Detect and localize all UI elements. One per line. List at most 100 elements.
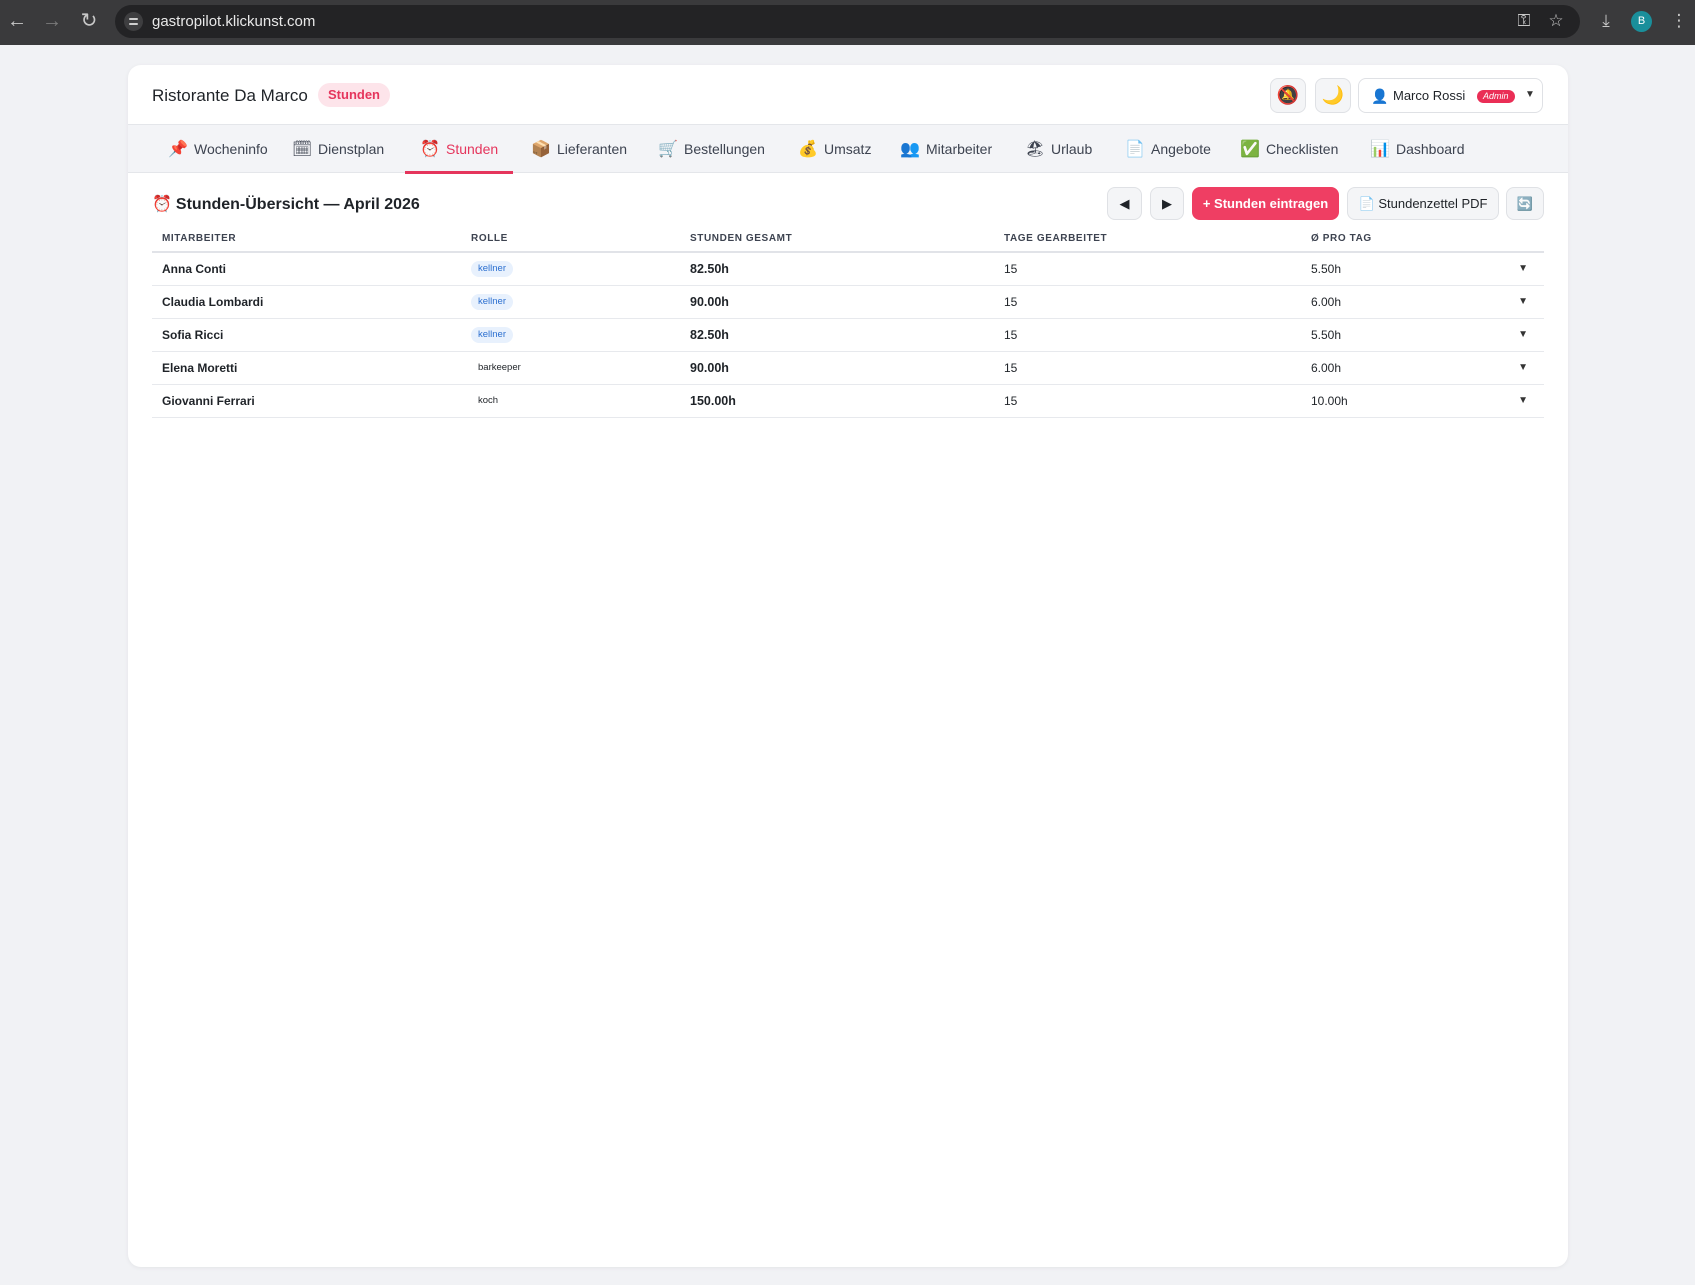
avg-per-day: 6.00h <box>1301 285 1501 319</box>
role-cell: kellner <box>461 285 680 319</box>
days-worked: 15 <box>994 318 1301 352</box>
column-header-expand <box>1501 225 1544 253</box>
alarm-clock-icon: ⏰ <box>152 196 172 213</box>
people-icon: 👥 <box>900 141 920 158</box>
tab-bestellungen[interactable]: 🛒 Bestellungen <box>643 125 780 173</box>
table-row[interactable]: Anna Conti kellner 82.50h 15 5.50h ▼ <box>152 252 1544 286</box>
expand-row-icon[interactable]: ▼ <box>1501 384 1544 418</box>
days-worked: 15 <box>994 351 1301 385</box>
role-badge: kellner <box>471 294 513 310</box>
table-row[interactable]: Claudia Lombardi kellner 90.00h 15 6.00h… <box>152 285 1544 319</box>
tab-angebote[interactable]: 📄 Angebote <box>1110 125 1226 173</box>
total-hours: 82.50h <box>680 252 994 286</box>
tab-label: Checklisten <box>1266 141 1339 157</box>
tab-label: Bestellungen <box>684 141 765 157</box>
user-menu[interactable]: 👤 Marco Rossi Admin ▼ <box>1358 78 1543 113</box>
add-hours-button[interactable]: + Stunden eintragen <box>1192 187 1339 220</box>
role-cell: kellner <box>461 252 680 286</box>
role-badge: kellner <box>471 327 513 343</box>
avg-per-day: 5.50h <box>1301 252 1501 286</box>
tab-checklisten[interactable]: ✅ Checklisten <box>1225 125 1353 173</box>
total-hours: 82.50h <box>680 318 994 352</box>
column-header-rolle[interactable]: ROLLE <box>461 225 680 253</box>
table-row[interactable]: Giovanni Ferrari koch 150.00h 15 10.00h … <box>152 384 1544 418</box>
beach-umbrella-icon: 🏖 <box>1025 141 1046 158</box>
chevron-down-icon: ▼ <box>1525 89 1535 100</box>
refresh-button[interactable]: 🔄 <box>1506 187 1544 220</box>
tab-mitarbeiter[interactable]: 👥 Mitarbeiter <box>885 125 1007 173</box>
address-bar[interactable]: gastropilot.klickunst.com ⚿ ☆ <box>115 5 1580 38</box>
site-settings-icon[interactable] <box>124 12 143 31</box>
expand-row-icon[interactable]: ▼ <box>1501 318 1544 352</box>
password-key-icon[interactable]: ⚿ <box>1513 9 1535 33</box>
tab-label: Stunden <box>446 141 499 157</box>
tab-wocheninfo[interactable]: 📌 Wocheninfo <box>153 125 283 173</box>
arrow-left-icon: ◀ <box>1119 196 1130 211</box>
theme-toggle-button[interactable]: 🌙 <box>1315 78 1351 113</box>
browser-toolbar: ← → ↻ gastropilot.klickunst.com ⚿ ☆ ⤓ B … <box>0 0 1695 45</box>
expand-row-icon[interactable]: ▼ <box>1501 285 1544 319</box>
bar-chart-icon: 📊 <box>1370 141 1390 158</box>
tab-label: Lieferanten <box>557 141 628 157</box>
tab-umsatz[interactable]: 💰 Umsatz <box>783 125 886 173</box>
expand-row-icon[interactable]: ▼ <box>1501 351 1544 385</box>
document-icon: 📄 <box>1358 196 1375 211</box>
profile-avatar[interactable]: B <box>1631 11 1652 32</box>
table-row[interactable]: Elena Moretti barkeeper 90.00h 15 6.00h … <box>152 351 1544 385</box>
reload-icon[interactable]: ↻ <box>79 8 99 34</box>
column-header-tage[interactable]: TAGE GEARBEITET <box>994 225 1301 253</box>
employee-name: Sofia Ricci <box>152 318 461 352</box>
kebab-menu-icon[interactable]: ⋮ <box>1668 9 1690 33</box>
table-row[interactable]: Sofia Ricci kellner 82.50h 15 5.50h ▼ <box>152 318 1544 352</box>
alarm-clock-icon: ⏰ <box>420 141 440 158</box>
employee-name: Claudia Lombardi <box>152 285 461 319</box>
tab-label: Dienstplan <box>318 141 385 157</box>
bookmark-star-icon[interactable]: ☆ <box>1545 9 1567 33</box>
app-card: Ristorante Da Marco Stunden 🔕 🌙 👤 Marco … <box>128 65 1568 1267</box>
column-header-avg[interactable]: Ø PRO TAG <box>1301 225 1501 253</box>
tab-dashboard[interactable]: 📊 Dashboard <box>1355 125 1480 173</box>
prev-month-button[interactable]: ◀ <box>1107 187 1142 220</box>
page-badge: Stunden <box>318 83 390 107</box>
download-icon[interactable]: ⤓ <box>1595 9 1617 33</box>
days-worked: 15 <box>994 384 1301 418</box>
timesheet-pdf-label: Stundenzettel PDF <box>1378 196 1488 211</box>
role-badge: kellner <box>471 261 513 278</box>
moon-icon: 🌙 <box>1321 85 1345 105</box>
user-icon: 👤 <box>1371 88 1389 104</box>
tab-label: Angebote <box>1151 141 1211 157</box>
tab-label: Wocheninfo <box>194 141 268 157</box>
back-icon[interactable]: ← <box>7 8 27 34</box>
calendar-icon: 🗓 <box>292 141 313 158</box>
next-month-button[interactable]: ▶ <box>1150 187 1184 220</box>
page-title: ⏰ Stunden-Übersicht — April 2026 <box>152 194 420 214</box>
role-cell: kellner <box>461 318 680 352</box>
column-header-mitarbeiter[interactable]: MITARBEITER <box>152 225 461 253</box>
avg-per-day: 5.50h <box>1301 318 1501 352</box>
tab-label: Urlaub <box>1051 141 1093 157</box>
column-header-stunden[interactable]: STUNDEN GESAMT <box>680 225 994 253</box>
tab-label: Mitarbeiter <box>926 141 993 157</box>
total-hours: 90.00h <box>680 351 994 385</box>
total-hours: 90.00h <box>680 285 994 319</box>
bell-muted-icon: 🔕 <box>1276 85 1300 105</box>
tab-lieferanten[interactable]: 📦 Lieferanten <box>516 125 642 173</box>
forward-icon[interactable]: → <box>42 8 62 34</box>
checkmark-icon: ✅ <box>1240 141 1260 158</box>
role-badge: Admin <box>1477 90 1515 103</box>
tab-dienstplan[interactable]: 🗓 Dienstplan <box>277 125 399 173</box>
tab-urlaub[interactable]: 🏖 Urlaub <box>1010 125 1107 173</box>
restaurant-name: Ristorante Da Marco <box>152 86 308 105</box>
expand-row-icon[interactable]: ▼ <box>1501 252 1544 286</box>
employee-name: Anna Conti <box>152 252 461 286</box>
role-badge: barkeeper <box>478 362 521 373</box>
timesheet-pdf-button[interactable]: 📄 Stundenzettel PDF <box>1347 187 1499 220</box>
refresh-icon: 🔄 <box>1516 196 1534 211</box>
tab-stunden[interactable]: ⏰ Stunden <box>405 125 514 174</box>
arrow-right-icon: ▶ <box>1162 196 1172 211</box>
total-hours: 150.00h <box>680 384 994 418</box>
tab-label: Umsatz <box>824 141 872 157</box>
avg-per-day: 6.00h <box>1301 351 1501 385</box>
notifications-button[interactable]: 🔕 <box>1270 78 1306 113</box>
page-title-text: Stunden-Übersicht — April 2026 <box>175 196 420 213</box>
